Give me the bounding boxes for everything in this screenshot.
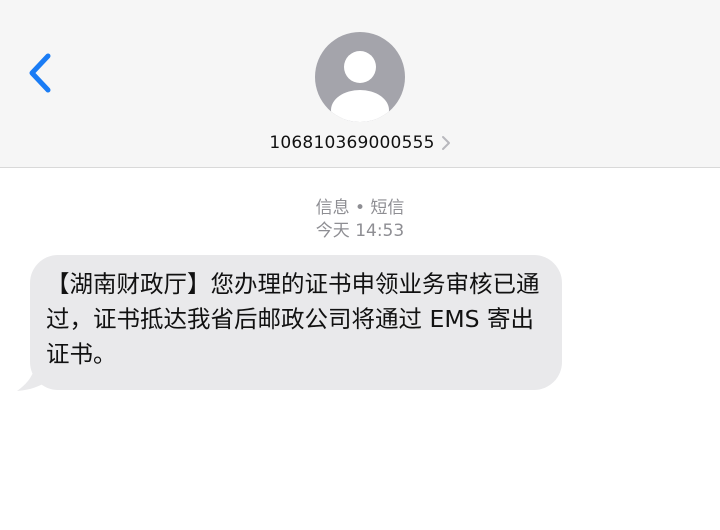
- contact-details-link[interactable]: 106810369000555: [0, 128, 720, 158]
- contact-number: 106810369000555: [269, 133, 435, 153]
- message-timestamp: 今天 14:53: [315, 221, 405, 241]
- chevron-right-icon: [441, 136, 450, 150]
- person-silhouette-icon: [331, 51, 389, 122]
- conversation-header: 106810369000555: [0, 0, 720, 168]
- back-button[interactable]: [22, 48, 62, 98]
- incoming-message-bubble[interactable]: 【湖南财政厅】您办理的证书申领业务审核已通过，证书抵达我省后邮政公司将通过 EM…: [30, 255, 562, 390]
- message-service-label: 信息 • 短信: [315, 198, 405, 218]
- contact-avatar[interactable]: [315, 32, 405, 122]
- message-text: 【湖南财政厅】您办理的证书申领业务审核已通过，证书抵达我省后邮政公司将通过 EM…: [46, 270, 540, 368]
- chevron-left-icon: [29, 53, 51, 93]
